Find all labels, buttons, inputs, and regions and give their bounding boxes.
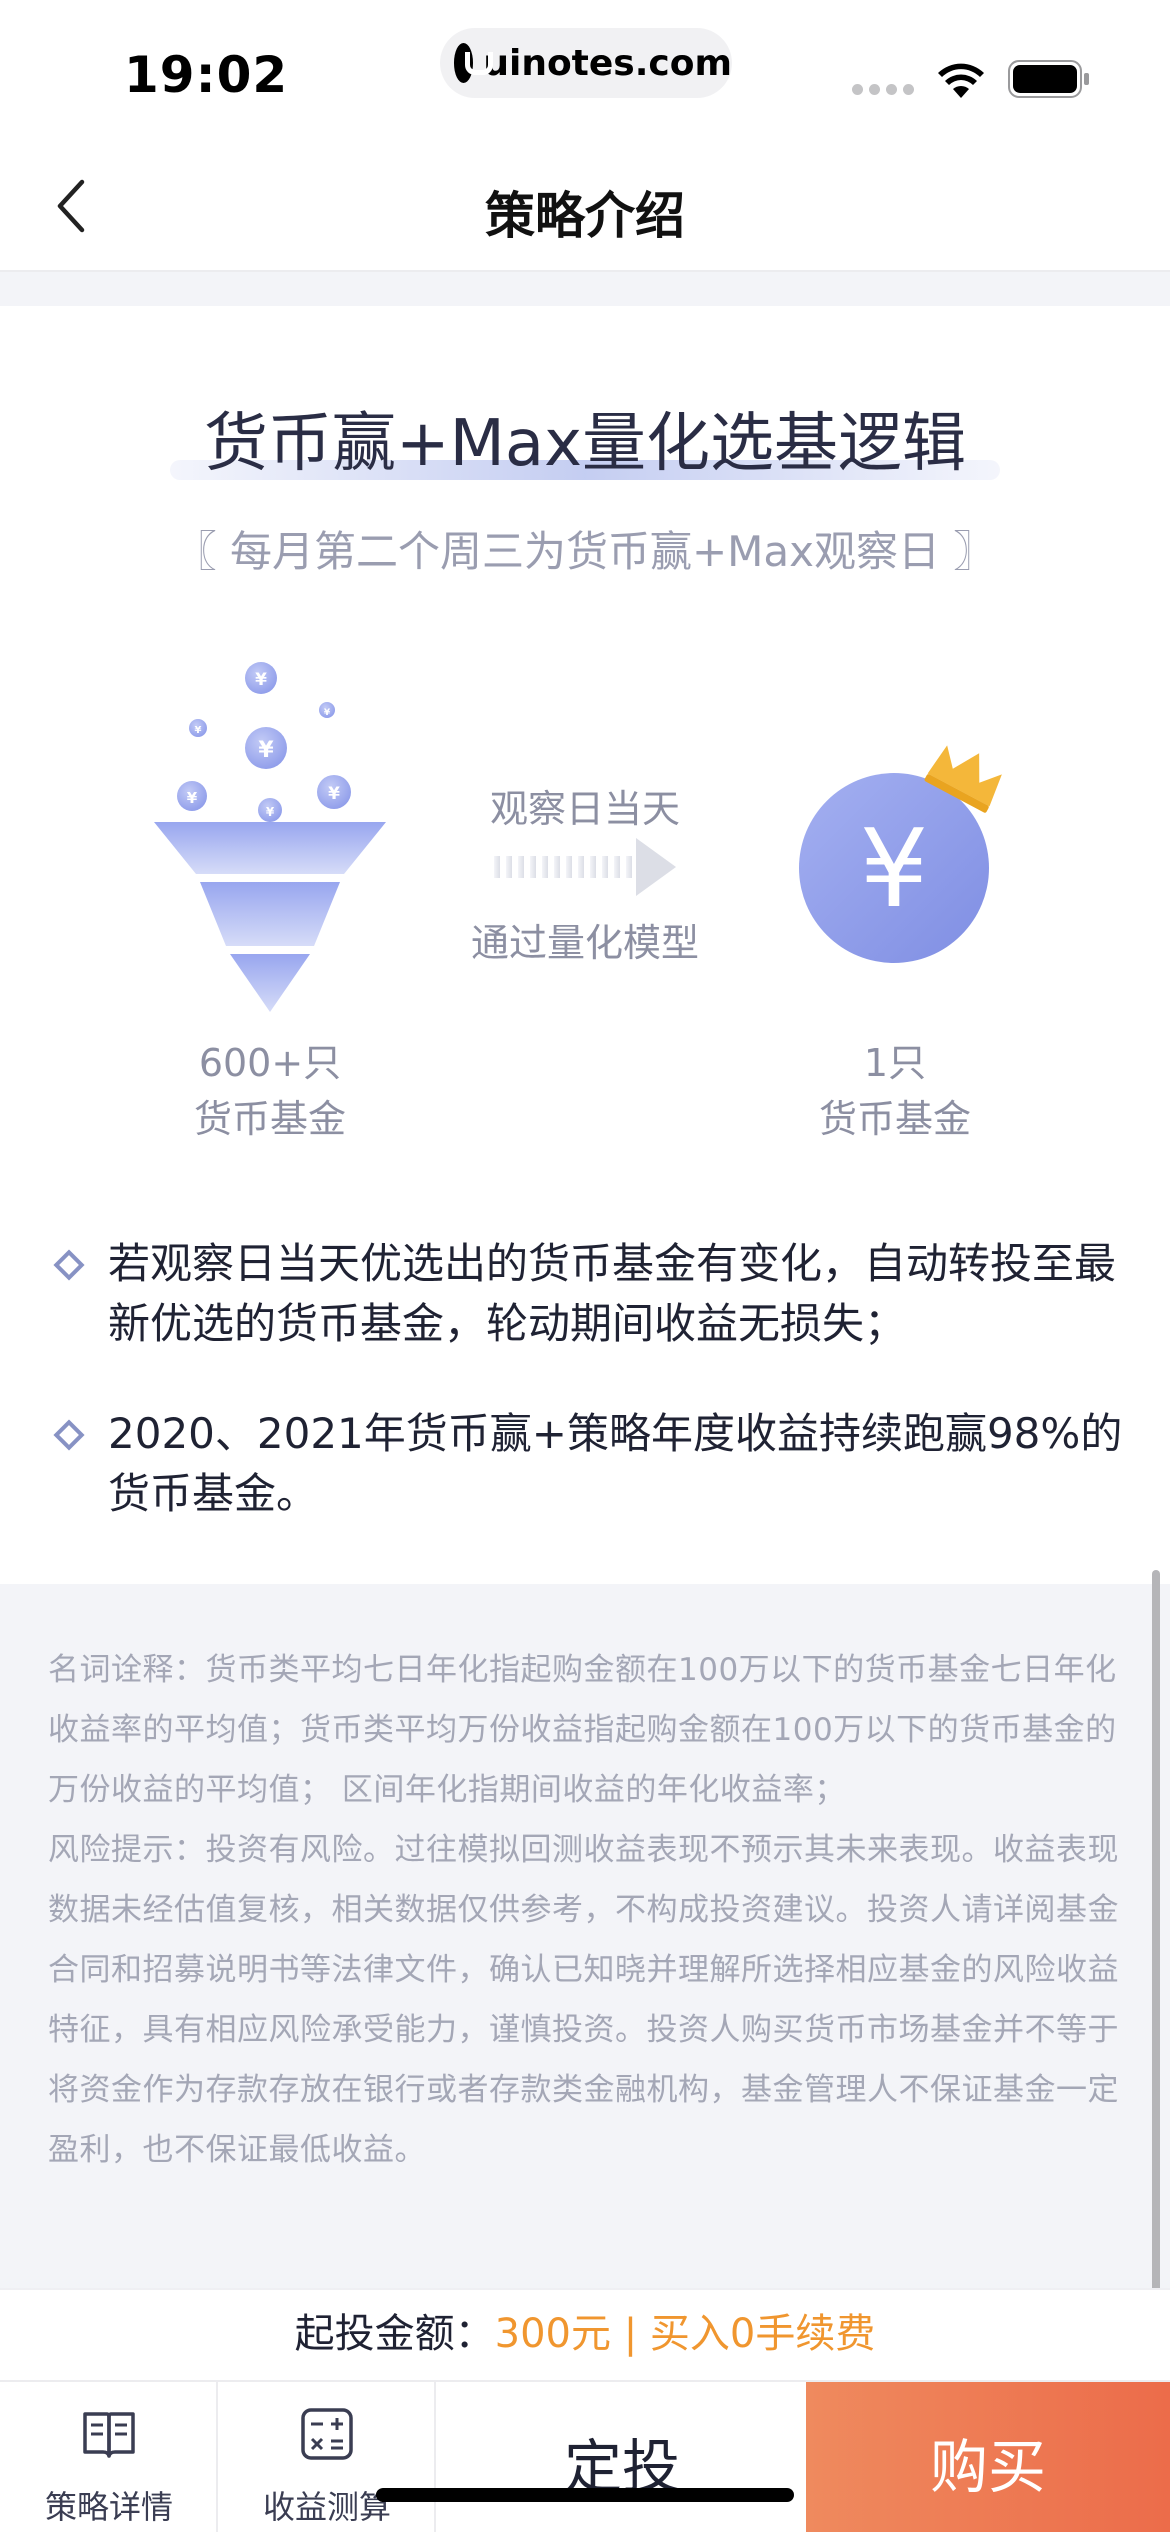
buy-button[interactable]: 购买: [806, 2382, 1170, 2532]
observe-day-note: 〖 每月第二个周三为货币赢+Max观察日 〗: [174, 527, 996, 576]
list-item: 若观察日当天优选出的货币基金有变化，自动转投至最新优选的货币基金，轮动期间收益无…: [44, 1234, 1124, 1354]
svg-text:¥: ¥: [324, 708, 331, 718]
book-icon: [83, 2412, 135, 2458]
fund-count-after: 1只: [863, 1041, 927, 1085]
status-bar: 19:02 uinotes.com: [0, 0, 1170, 140]
section-divider: [0, 272, 1170, 306]
fund-count-before: 600+只: [198, 1041, 342, 1085]
terms-explanation: 名词诠释：货币类平均七日年化指起购金额在100万以下的货币基金七日年化收益率的平…: [48, 1652, 1117, 1808]
svg-text:¥: ¥: [255, 670, 267, 690]
scrollbar[interactable]: [1152, 1570, 1160, 2350]
bullet-text: 2020、2021年货币赢+策略年度收益持续跑赢98%的货币基金。: [108, 1409, 1123, 1518]
fund-label-before: 货币基金: [193, 1097, 346, 1141]
url-text: uinotes.com: [483, 42, 732, 84]
status-time: 19:02: [124, 46, 289, 104]
svg-text:¥: ¥: [328, 784, 340, 804]
arrow-label-top: 观察日当天: [489, 787, 680, 831]
return-calculator-button[interactable]: 收益测算: [218, 2382, 436, 2532]
bottom-action-bar: 策略详情 收益测算 定投 购买: [0, 2380, 1170, 2532]
diamond-bullet-icon: [53, 1419, 85, 1451]
svg-text:¥: ¥: [266, 805, 275, 819]
start-amount-value: 300元 | 买入0手续费: [494, 2311, 876, 2357]
section-title: 货币赢+Max量化选基逻辑: [204, 407, 966, 481]
bullet-text: 若观察日当天优选出的货币基金有变化，自动转投至最新优选的货币基金，轮动期间收益无…: [108, 1239, 1117, 1348]
svg-text:¥: ¥: [258, 738, 274, 763]
start-amount-bar: 起投金额：300元 | 买入0手续费: [0, 2288, 1170, 2380]
url-pill[interactable]: uinotes.com: [440, 28, 732, 98]
svg-text:¥: ¥: [195, 725, 202, 736]
list-item: 2020、2021年货币赢+策略年度收益持续跑赢98%的货币基金。: [44, 1404, 1124, 1524]
buy-label: 购买: [929, 2433, 1046, 2501]
svg-text:¥: ¥: [860, 807, 929, 932]
auto-invest-button[interactable]: 定投: [438, 2382, 806, 2532]
arrow-label-bottom: 通过量化模型: [470, 921, 699, 965]
arrow-right-icon: [494, 838, 676, 896]
calculator-icon: [301, 2408, 353, 2460]
disclaimer-section: 名词诠释：货币类平均七日年化指起购金额在100万以下的货币基金七日年化收益率的平…: [0, 1584, 1170, 2288]
home-indicator[interactable]: [376, 2488, 794, 2502]
diamond-bullet-icon: [53, 1249, 85, 1281]
page-title: 策略介绍: [485, 187, 685, 245]
strategy-details-button[interactable]: 策略详情: [0, 2382, 218, 2532]
battery-icon: [1008, 60, 1089, 98]
strategy-details-label: 策略详情: [44, 2488, 173, 2526]
start-amount-label: 起投金额：: [294, 2311, 495, 2357]
fund-label-after: 货币基金: [818, 1097, 971, 1141]
risk-warning: 风险提示：投资有风险。过往模拟回测收益表现不预示其未来表现。收益表现数据未经估值…: [48, 1832, 1119, 2168]
site-icon: [454, 43, 494, 83]
wifi-icon: [938, 63, 984, 98]
crowned-coin-icon: ¥: [799, 745, 1002, 963]
signal-icon: [852, 84, 914, 95]
funnel-icon: ¥ ¥ ¥ ¥ ¥ ¥ ¥: [154, 662, 386, 1012]
nav-bar: 策略介绍: [0, 140, 1170, 272]
svg-text:¥: ¥: [187, 789, 198, 807]
